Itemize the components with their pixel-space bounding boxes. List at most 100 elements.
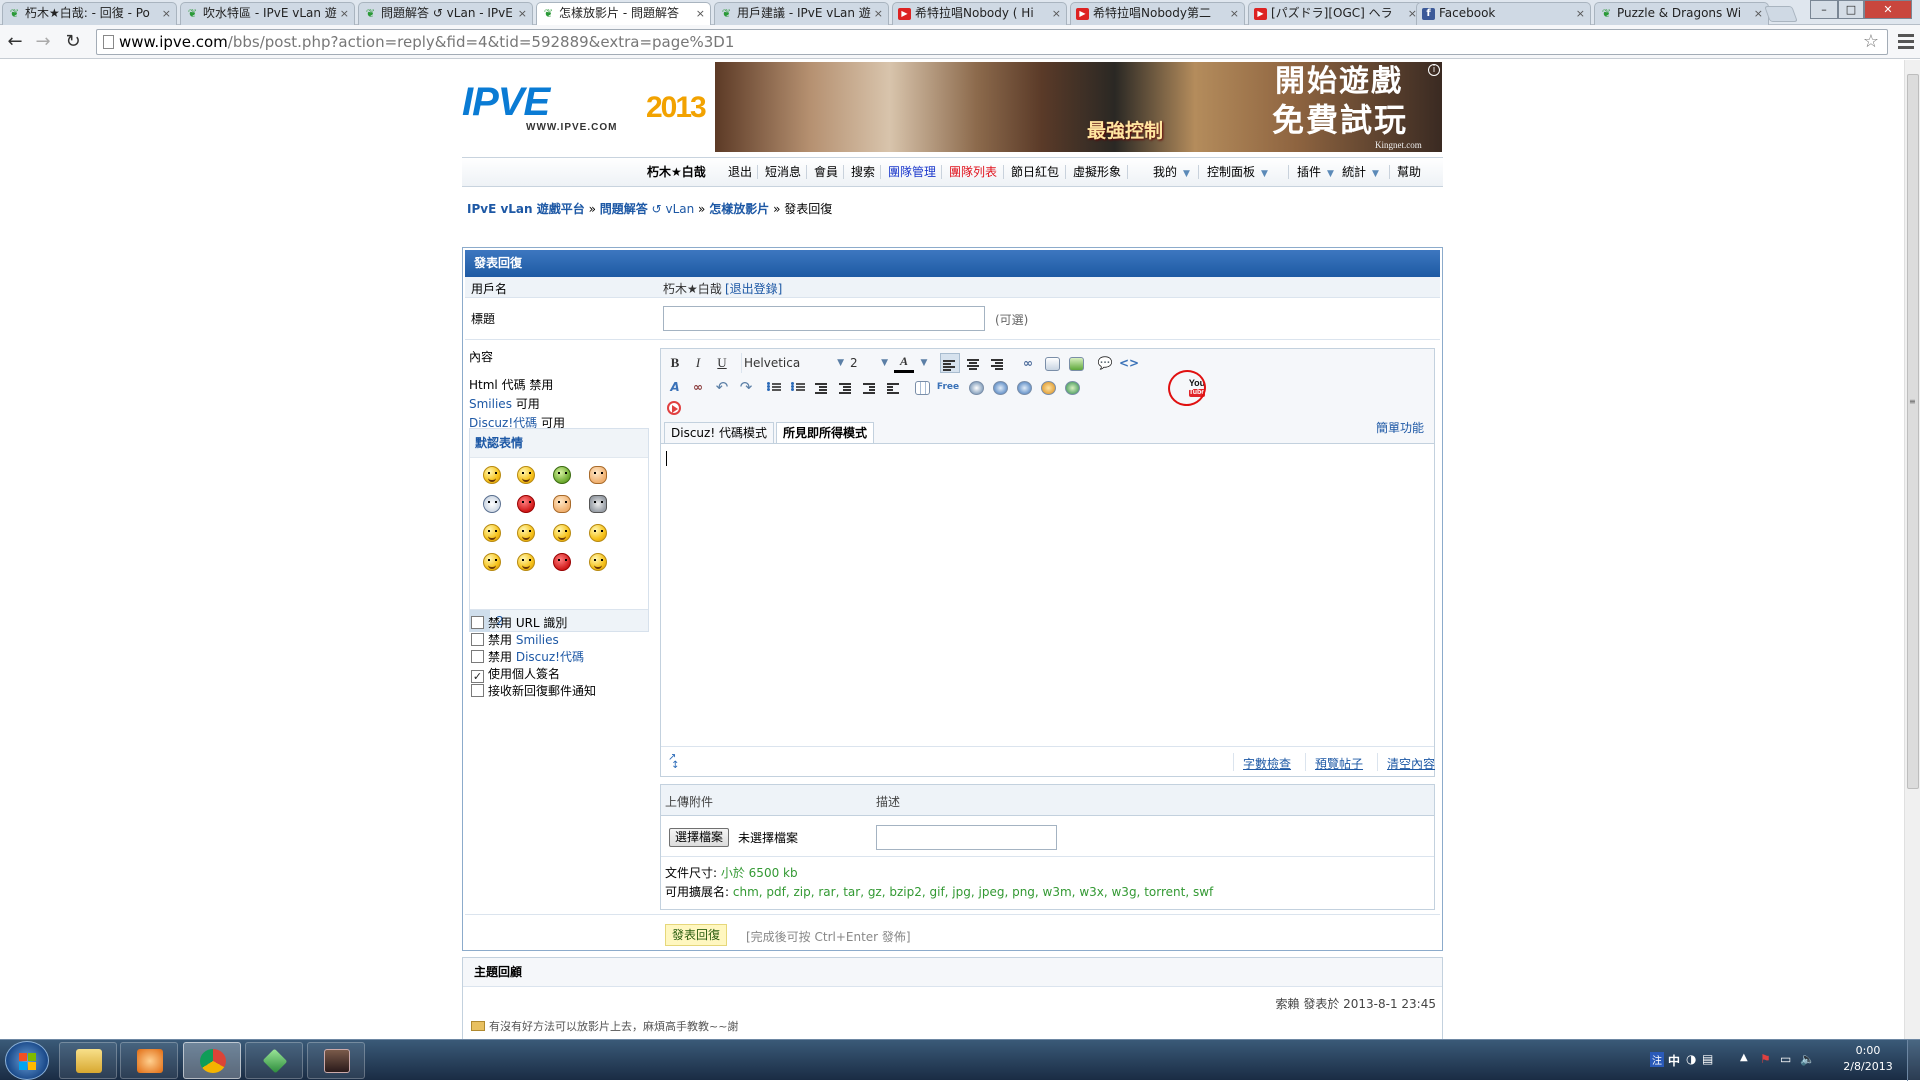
ordered-list-button[interactable]: [764, 377, 784, 397]
nav-team-list[interactable]: 團隊列表: [949, 158, 997, 186]
checkbox[interactable]: [471, 616, 484, 629]
font-family-select[interactable]: Helvetica ▼: [741, 353, 844, 373]
volume-icon[interactable]: 🔈: [1800, 1052, 1815, 1066]
browser-tab[interactable]: ❦ 怎樣放影片 - 問題解答 ×: [536, 2, 711, 26]
option-link[interactable]: Smilies: [516, 633, 559, 647]
nav-plugins[interactable]: 插件 ▼: [1297, 158, 1334, 186]
nav-logout[interactable]: 退出: [728, 158, 752, 186]
align-right-button[interactable]: [988, 353, 1008, 373]
description-input[interactable]: [876, 825, 1057, 850]
breadcrumb-forum[interactable]: 問題解答: [600, 202, 648, 216]
browser-tab[interactable]: ▶ [パズドラ][OGC] ヘラ ×: [1248, 2, 1423, 25]
code-icon[interactable]: <>: [1119, 353, 1139, 373]
nav-team-manage[interactable]: 團隊管理: [888, 158, 936, 186]
option-row[interactable]: 禁用 Discuz!代碼: [471, 649, 584, 666]
breadcrumb-home[interactable]: IPvE vLan 遊戲平台: [467, 202, 585, 216]
address-bar[interactable]: www.ipve.com/bbs/post.php?action=reply&f…: [96, 29, 1888, 55]
smiley-icon[interactable]: [517, 524, 535, 542]
close-tab-icon[interactable]: ×: [1754, 3, 1763, 24]
option-row[interactable]: ✓ 使用個人簽名: [471, 666, 560, 683]
indent-button[interactable]: [836, 377, 856, 397]
submit-reply-button[interactable]: 發表回復: [665, 924, 728, 946]
float-left-button[interactable]: [860, 377, 880, 397]
close-tab-icon[interactable]: ×: [696, 3, 705, 24]
browser-tab[interactable]: f Facebook ×: [1416, 2, 1591, 25]
nav-help[interactable]: 幫助: [1397, 158, 1421, 186]
underline-button[interactable]: U: [712, 353, 732, 373]
minimize-button[interactable]: –: [1810, 0, 1838, 19]
nav-members[interactable]: 會員: [814, 158, 838, 186]
table-icon[interactable]: [912, 377, 932, 397]
smiley-icon[interactable]: [589, 553, 607, 571]
smiley-icon[interactable]: [517, 495, 535, 513]
posting-rule-name[interactable]: Smilies: [469, 397, 512, 411]
maximize-button[interactable]: □: [1838, 0, 1864, 19]
nav-stats-wrap[interactable]: 統計 ▼: [1342, 158, 1379, 186]
simple-mode-link[interactable]: 簡單功能: [1376, 419, 1424, 436]
unlink-icon[interactable]: ∞: [688, 377, 708, 397]
smiley-icon[interactable]: [483, 524, 501, 542]
browser-tab[interactable]: ❦ Puzzle & Dragons Wi ×: [1594, 2, 1769, 25]
smiley-icon[interactable]: [553, 524, 571, 542]
smilies-title[interactable]: 默認表情: [470, 429, 648, 458]
bookmark-star-icon[interactable]: ☆: [1863, 30, 1879, 54]
hide-icon[interactable]: [990, 377, 1010, 397]
browser-tab[interactable]: ❦ 問題解答 ↺ vLan - IPvE ×: [358, 2, 533, 25]
resize-handle-icon[interactable]: ↗ ↕: [668, 753, 680, 771]
taskbar-media-player[interactable]: [120, 1042, 178, 1079]
smiley-icon[interactable]: [553, 466, 571, 484]
bold-button[interactable]: B: [665, 353, 685, 373]
email-icon[interactable]: [1042, 353, 1062, 373]
advertisement-banner[interactable]: 最強控制 開始遊戲 免費試玩 Kingnet.com i: [715, 62, 1442, 152]
close-tab-icon[interactable]: ×: [1052, 3, 1061, 24]
align-left-button[interactable]: [940, 353, 960, 373]
smiley-icon[interactable]: [589, 495, 607, 513]
tab-wysiwyg[interactable]: 所見即所得模式: [776, 422, 875, 444]
browser-tab[interactable]: ❦ 吹水特區 - IPvE vLan 遊 ×: [180, 2, 355, 25]
smiley-icon[interactable]: [517, 466, 535, 484]
browser-tab[interactable]: ❦ 朽木★白哉: - 回復 - Po ×: [2, 2, 177, 25]
browser-tab[interactable]: ▶ 希特拉唱Nobody ( Hi ×: [892, 2, 1067, 25]
reload-button[interactable]: ↻: [62, 31, 84, 53]
link-icon[interactable]: ∞: [1018, 353, 1038, 373]
nav-avatar[interactable]: 虛擬形象: [1073, 158, 1121, 186]
checkbox-checked[interactable]: ✓: [471, 670, 484, 683]
preview-post-link[interactable]: 預覽帖子: [1315, 755, 1363, 772]
font-size-select[interactable]: 2 ▼: [850, 353, 888, 373]
option-row[interactable]: 禁用 URL 識別: [471, 615, 567, 632]
checkbox[interactable]: [471, 684, 484, 697]
close-tab-icon[interactable]: ×: [874, 3, 883, 24]
word-count-link[interactable]: 字數檢查: [1243, 755, 1291, 772]
tray-expand-icon[interactable]: ▲: [1740, 1052, 1748, 1063]
option-row[interactable]: 禁用 Smilies: [471, 632, 559, 649]
taskbar-game[interactable]: [307, 1042, 365, 1079]
unordered-list-button[interactable]: [788, 377, 808, 397]
free-tag-icon[interactable]: Free: [936, 377, 960, 397]
smiley-icon[interactable]: [553, 553, 571, 571]
align-center-button[interactable]: [964, 353, 984, 373]
option-link[interactable]: Discuz!代碼: [516, 650, 584, 664]
taskbar-explorer[interactable]: [59, 1042, 117, 1079]
close-tab-icon[interactable]: ×: [162, 3, 171, 24]
tab-discuz-code[interactable]: Discuz! 代碼模式: [664, 422, 774, 444]
action-center-icon[interactable]: ⚑: [1760, 1052, 1771, 1066]
editor-content-area[interactable]: [661, 444, 1434, 741]
show-desktop-button[interactable]: [1907, 1040, 1920, 1081]
taskbar-chrome[interactable]: [183, 1042, 241, 1079]
network-icon[interactable]: ▭: [1780, 1052, 1791, 1066]
nav-control-panel[interactable]: 控制面板 ▼: [1207, 158, 1268, 186]
nav-messages[interactable]: 短消息: [765, 158, 801, 186]
browser-tab[interactable]: ▶ 希特拉唱Nobody第二 ×: [1070, 2, 1245, 25]
smiley-icon[interactable]: [483, 495, 501, 513]
nav-red-packet[interactable]: 節日紅包: [1011, 158, 1059, 186]
quote-icon[interactable]: 💬: [1095, 353, 1115, 373]
float-right-button[interactable]: [884, 377, 904, 397]
site-logo[interactable]: IPVE 2013 WWW.IPVE.COM: [462, 80, 714, 136]
nav-my[interactable]: 我的 ▼: [1153, 158, 1190, 186]
breadcrumb-forum-tail[interactable]: ↺ vLan: [652, 202, 695, 216]
checkbox[interactable]: [471, 650, 484, 663]
close-tab-icon[interactable]: ×: [1230, 3, 1239, 24]
smiley-icon[interactable]: [483, 553, 501, 571]
ime-indicator[interactable]: 中: [1668, 1052, 1680, 1069]
video-icon[interactable]: [1062, 377, 1082, 397]
